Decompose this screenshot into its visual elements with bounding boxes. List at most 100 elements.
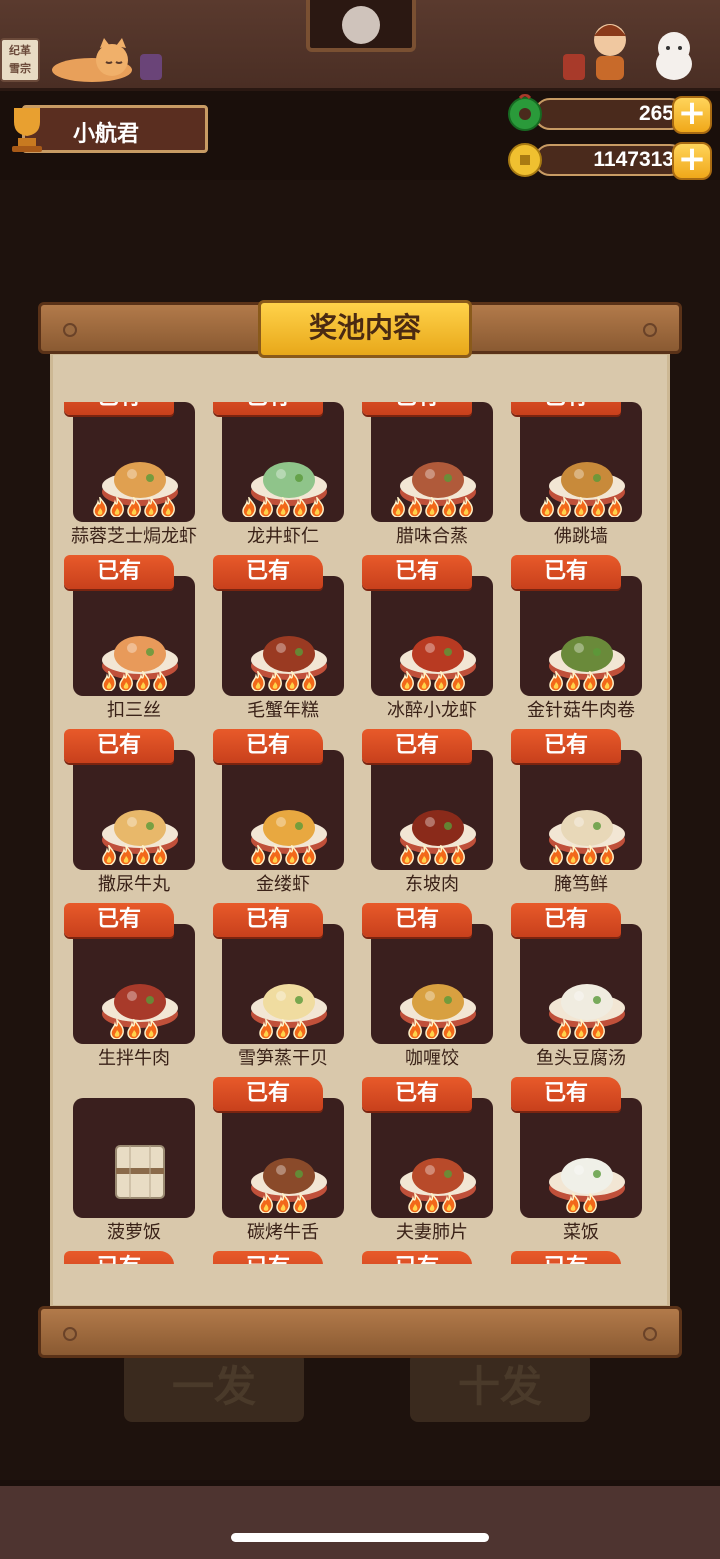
owned-badge: 已有 bbox=[64, 1251, 174, 1264]
spice-rating bbox=[222, 669, 344, 695]
dish-card[interactable]: 已有 夫妻肺片 bbox=[362, 1074, 511, 1248]
flame-icon bbox=[399, 843, 415, 869]
add-gold-button[interactable]: + bbox=[672, 142, 712, 180]
portrait-frame bbox=[306, 0, 416, 52]
owned-badge: 已有 bbox=[362, 903, 472, 937]
dish-card[interactable]: 已有 bbox=[362, 1248, 511, 1264]
dish-name: 扣三丝 bbox=[107, 700, 161, 721]
dish-name: 金针菇牛肉卷 bbox=[527, 700, 635, 721]
white-cat-icon bbox=[656, 32, 692, 80]
dish-card[interactable]: 已有 菜饭 bbox=[511, 1074, 660, 1248]
dish-card[interactable]: 已有腊味合蒸 bbox=[362, 402, 511, 552]
flame-icon bbox=[582, 1191, 598, 1217]
flame-icon bbox=[399, 669, 415, 695]
spice-rating bbox=[520, 495, 642, 521]
dish-card[interactable]: 已有 生拌牛肉 bbox=[64, 900, 213, 1074]
owned-badge: 已有 bbox=[213, 1077, 323, 1111]
flame-icon bbox=[258, 495, 274, 521]
owned-badge: 已有 bbox=[511, 555, 621, 589]
dish-name: 碳烤牛舌 bbox=[247, 1222, 319, 1243]
flame-icon bbox=[267, 843, 283, 869]
dish-card[interactable]: 菠萝饭 bbox=[64, 1074, 213, 1248]
dish-name: 生拌牛肉 bbox=[98, 1048, 170, 1069]
dish-card[interactable]: 已有 东坡肉 bbox=[362, 726, 511, 900]
dish-card[interactable]: 已有 bbox=[213, 1248, 362, 1264]
flame-icon bbox=[126, 1017, 142, 1043]
flame-icon bbox=[407, 495, 423, 521]
jade-coin-icon bbox=[508, 94, 542, 131]
flame-icon bbox=[109, 1017, 125, 1043]
flame-icon bbox=[267, 669, 283, 695]
owned-badge: 已有 bbox=[213, 1251, 323, 1264]
flame-icon bbox=[424, 1017, 440, 1043]
spice-rating bbox=[371, 1191, 493, 1217]
flame-icon bbox=[556, 495, 572, 521]
dish-card[interactable]: 已有 撒尿牛丸 bbox=[64, 726, 213, 900]
dish-card[interactable]: 已有金针菇牛肉卷 bbox=[511, 552, 660, 726]
dish-card[interactable]: 已有 雪笋蒸干贝 bbox=[213, 900, 362, 1074]
bottom-bar bbox=[0, 1486, 720, 1559]
flame-icon bbox=[250, 843, 266, 869]
home-indicator[interactable] bbox=[231, 1533, 489, 1542]
dish-name: 雪笋蒸干贝 bbox=[238, 1048, 328, 1069]
dish-name: 腌笃鲜 bbox=[554, 874, 608, 895]
flame-icon bbox=[258, 1017, 274, 1043]
dish-card[interactable]: 已有 毛蟹年糕 bbox=[213, 552, 362, 726]
flame-icon bbox=[556, 1017, 572, 1043]
flame-icon bbox=[126, 495, 142, 521]
dish-card[interactable]: 已有佛跳墙 bbox=[511, 402, 660, 552]
dish-card[interactable]: 已有 bbox=[64, 1248, 213, 1264]
owned-badge: 已有 bbox=[362, 729, 472, 763]
raccoon-portrait-icon bbox=[342, 6, 380, 44]
owned-badge: 已有 bbox=[362, 1077, 472, 1111]
dish-card[interactable]: 已有 扣三丝 bbox=[64, 552, 213, 726]
flame-icon bbox=[135, 843, 151, 869]
dish-name: 腊味合蒸 bbox=[396, 526, 468, 547]
dish-card[interactable]: 已有金缕虾 bbox=[213, 726, 362, 900]
jade-currency: 265 + bbox=[508, 94, 712, 134]
dish-grid-viewport[interactable]: 已有蒜蓉芝士焗龙虾已有龙井虾仁已有腊味合蒸已有佛跳墙已有扣三丝已有毛蟹年糕已有冰… bbox=[50, 402, 670, 1264]
add-jade-button[interactable]: + bbox=[672, 96, 712, 134]
trophy-avatar-icon[interactable] bbox=[4, 98, 50, 154]
dish-grid: 已有蒜蓉芝士焗龙虾已有龙井虾仁已有腊味合蒸已有佛跳墙已有扣三丝已有毛蟹年糕已有冰… bbox=[64, 402, 664, 1264]
top-bar: 纪革 雪宗 bbox=[0, 0, 720, 91]
owned-badge: 已有 bbox=[511, 903, 621, 937]
spice-rating bbox=[371, 843, 493, 869]
spice-rating bbox=[73, 843, 195, 869]
gold-amount: 1147313 bbox=[593, 148, 674, 171]
dish-card[interactable]: 已有碳烤牛舌 bbox=[213, 1074, 362, 1248]
spice-rating bbox=[520, 1017, 642, 1043]
owned-badge: 已有 bbox=[64, 402, 174, 415]
spice-rating bbox=[520, 843, 642, 869]
owned-badge: 已有 bbox=[64, 729, 174, 763]
dish-name: 金缕虾 bbox=[256, 874, 310, 895]
owned-badge: 已有 bbox=[213, 729, 323, 763]
flame-icon bbox=[250, 669, 266, 695]
flame-icon bbox=[548, 843, 564, 869]
chef-character-icon bbox=[594, 24, 626, 80]
dish-name: 冰醉小龙虾 bbox=[387, 700, 477, 721]
flame-icon bbox=[301, 843, 317, 869]
dish-card[interactable]: 已有 bbox=[511, 1248, 660, 1264]
flame-icon bbox=[309, 495, 325, 521]
flame-icon bbox=[573, 495, 589, 521]
flame-icon bbox=[292, 495, 308, 521]
flame-icon bbox=[275, 495, 291, 521]
dish-card[interactable]: 已有咖喱饺 bbox=[362, 900, 511, 1074]
dish-card[interactable]: 已有 鱼头豆腐汤 bbox=[511, 900, 660, 1074]
flame-icon bbox=[292, 1017, 308, 1043]
dish-card[interactable]: 已有腌笃鲜 bbox=[511, 726, 660, 900]
dish-name: 菠萝饭 bbox=[107, 1222, 161, 1243]
owned-badge: 已有 bbox=[511, 729, 621, 763]
flame-icon bbox=[152, 669, 168, 695]
scroll-bottom-rod bbox=[38, 1306, 682, 1358]
flame-icon bbox=[424, 495, 440, 521]
dish-card[interactable]: 已有 冰醉小龙虾 bbox=[362, 552, 511, 726]
dish-card[interactable]: 已有蒜蓉芝士焗龙虾 bbox=[64, 402, 213, 552]
dish-card[interactable]: 已有龙井虾仁 bbox=[213, 402, 362, 552]
flame-icon bbox=[582, 843, 598, 869]
flame-icon bbox=[565, 843, 581, 869]
dish-name: 咖喱饺 bbox=[405, 1048, 459, 1069]
spice-rating bbox=[371, 669, 493, 695]
shop-sign[interactable]: 纪革 雪宗 bbox=[0, 38, 40, 82]
